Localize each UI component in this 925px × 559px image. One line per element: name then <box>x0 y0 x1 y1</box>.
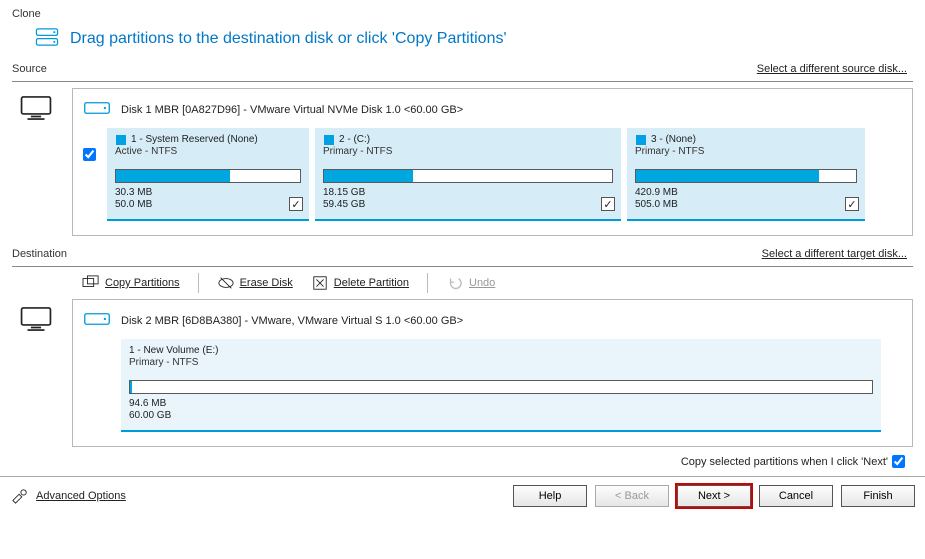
monitor-icon <box>19 305 53 336</box>
destination-label: Destination <box>12 248 67 260</box>
finish-button[interactable]: Finish <box>841 485 915 507</box>
source-partition-2[interactable]: 2 - (C:) Primary - NTFS 18.15 GB59.45 GB… <box>315 128 621 221</box>
back-button: < Back <box>595 485 669 507</box>
undo-button: Undo <box>446 275 495 291</box>
partition-check-2[interactable]: ✓ <box>601 197 615 211</box>
destination-partition-1[interactable]: 1 - New Volume (E:) Primary - NTFS 94.6 … <box>121 339 881 432</box>
erase-disk-button[interactable]: Erase Disk <box>217 275 293 291</box>
cancel-button[interactable]: Cancel <box>759 485 833 507</box>
windows-icon <box>115 135 127 145</box>
windows-icon <box>635 135 647 145</box>
disk-stack-icon <box>34 24 60 53</box>
destination-disk-title: Disk 2 MBR [6D8BA380] - VMware, VMware V… <box>121 315 463 327</box>
clone-label: Clone <box>12 8 913 20</box>
source-partition-3[interactable]: 3 - (None) Primary - NTFS 420.9 MB505.0 … <box>627 128 865 221</box>
select-source-link[interactable]: Select a different source disk... <box>757 63 913 75</box>
copy-partitions-button[interactable]: Copy Partitions <box>82 275 180 291</box>
delete-partition-button[interactable]: Delete Partition <box>311 275 409 291</box>
copy-option-checkbox[interactable] <box>892 455 905 468</box>
page-title: Drag partitions to the destination disk … <box>70 30 507 48</box>
source-disk-title: Disk 1 MBR [0A827D96] - VMware Virtual N… <box>121 104 463 116</box>
windows-icon <box>323 135 335 145</box>
monitor-icon <box>19 94 53 125</box>
partition-check-1[interactable]: ✓ <box>289 197 303 211</box>
disk-drive-icon <box>83 97 111 122</box>
copy-option-label: Copy selected partitions when I click 'N… <box>681 456 888 468</box>
source-disk-card: Disk 1 MBR [0A827D96] - VMware Virtual N… <box>72 88 913 236</box>
select-target-link[interactable]: Select a different target disk... <box>762 248 913 260</box>
partition-check-3[interactable]: ✓ <box>845 197 859 211</box>
next-button[interactable]: Next > <box>677 485 751 507</box>
help-button[interactable]: Help <box>513 485 587 507</box>
source-label: Source <box>12 63 47 75</box>
disk-drive-icon <box>83 308 111 333</box>
advanced-options-link[interactable]: Advanced Options <box>10 488 126 504</box>
source-partition-1[interactable]: 1 - System Reserved (None) Active - NTFS… <box>107 128 309 221</box>
source-select-all[interactable] <box>83 148 97 221</box>
destination-disk-card: Disk 2 MBR [6D8BA380] - VMware, VMware V… <box>72 299 913 447</box>
